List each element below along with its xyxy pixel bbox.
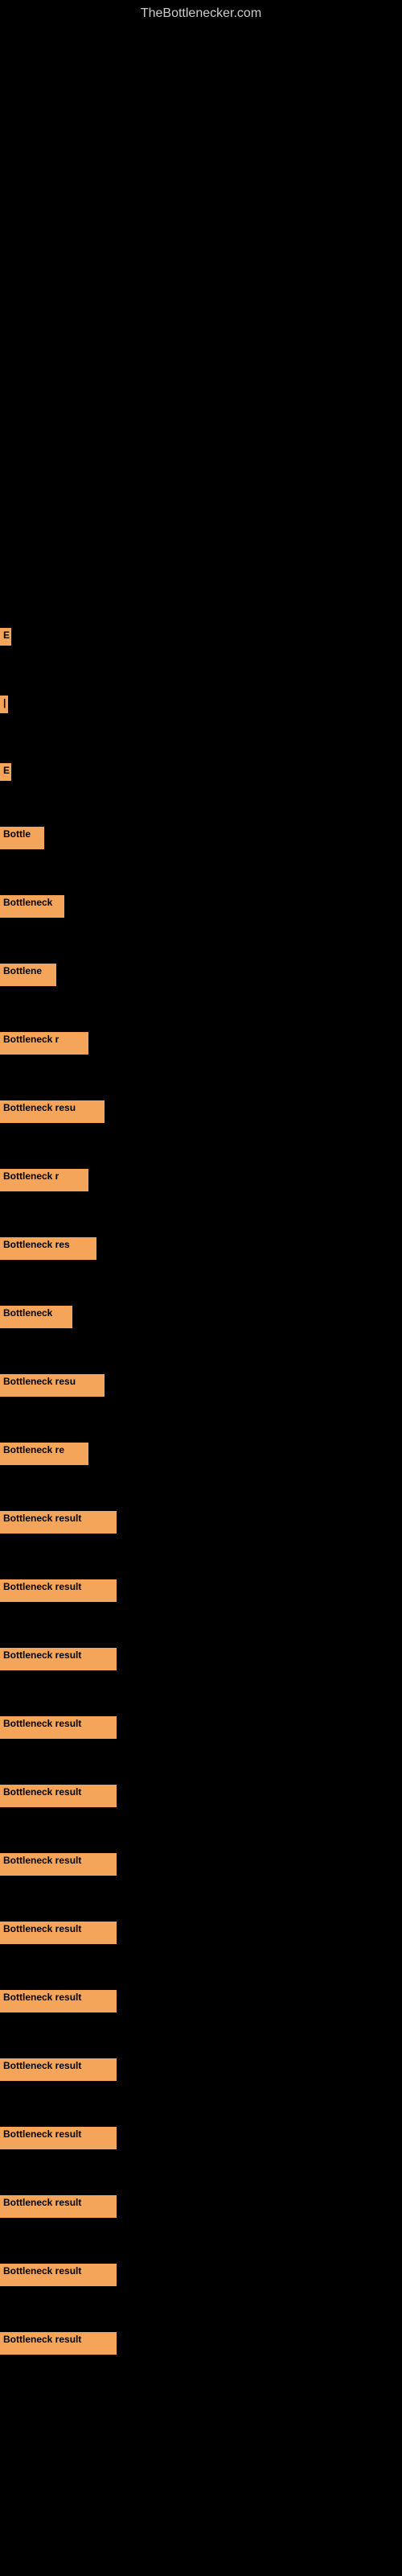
bottleneck-label-15: Bottleneck result bbox=[0, 1579, 117, 1602]
bottleneck-label-20: Bottleneck result bbox=[0, 1922, 117, 1944]
bottleneck-label-25: Bottleneck result bbox=[0, 2264, 117, 2286]
bottleneck-label-14: Bottleneck result bbox=[0, 1511, 117, 1534]
bottleneck-label-8: Bottleneck resu bbox=[0, 1100, 105, 1123]
bottleneck-label-10: Bottleneck res bbox=[0, 1237, 96, 1260]
site-title: TheBottlenecker.com bbox=[0, 0, 402, 21]
bottleneck-label-12: Bottleneck resu bbox=[0, 1374, 105, 1397]
bottleneck-label-1: E bbox=[0, 628, 11, 646]
bottleneck-label-4: Bottle bbox=[0, 827, 44, 849]
bottleneck-label-16: Bottleneck result bbox=[0, 1648, 117, 1670]
bottleneck-label-13: Bottleneck re bbox=[0, 1443, 88, 1465]
bottleneck-label-22: Bottleneck result bbox=[0, 2058, 117, 2081]
bottleneck-label-19: Bottleneck result bbox=[0, 1853, 117, 1876]
bottleneck-label-9: Bottleneck r bbox=[0, 1169, 88, 1191]
bottleneck-label-18: Bottleneck result bbox=[0, 1785, 117, 1807]
bottleneck-label-6: Bottlene bbox=[0, 964, 56, 986]
bottleneck-label-24: Bottleneck result bbox=[0, 2195, 117, 2218]
bottleneck-label-21: Bottleneck result bbox=[0, 1990, 117, 2013]
bottleneck-label-11: Bottleneck bbox=[0, 1306, 72, 1328]
bottleneck-label-2: | bbox=[0, 696, 8, 713]
bottleneck-label-17: Bottleneck result bbox=[0, 1716, 117, 1739]
bottleneck-label-5: Bottleneck bbox=[0, 895, 64, 918]
bottleneck-label-23: Bottleneck result bbox=[0, 2127, 117, 2149]
labels-container: E | E Bottle Bottleneck Bottlene Bottleneck r B… bbox=[0, 483, 117, 2356]
bottleneck-label-7: Bottleneck r bbox=[0, 1032, 88, 1055]
bottleneck-label-26: Bottleneck result bbox=[0, 2332, 117, 2355]
bottleneck-label-3: E bbox=[0, 763, 11, 781]
